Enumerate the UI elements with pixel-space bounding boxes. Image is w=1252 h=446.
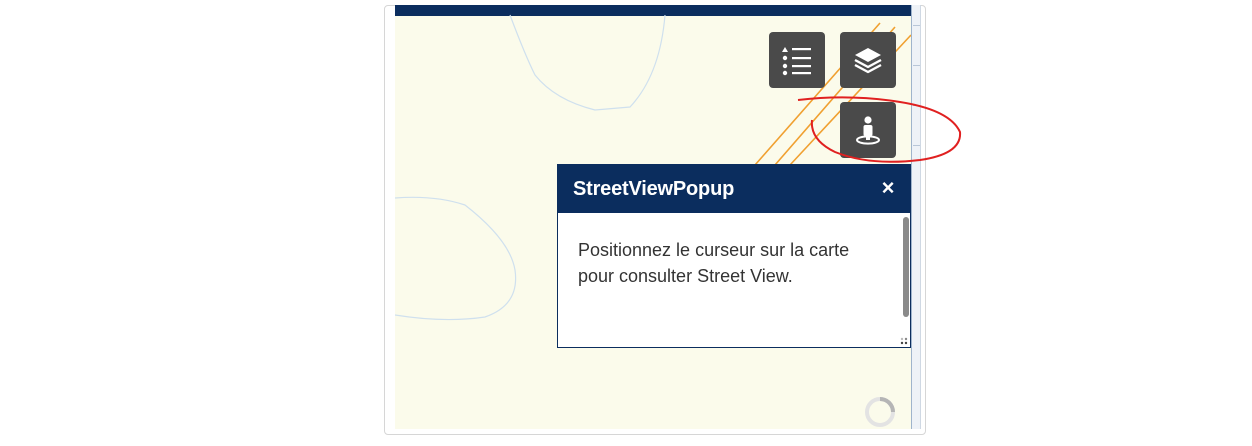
legend-list-icon (782, 47, 811, 76)
side-panel-edge[interactable] (911, 5, 921, 429)
side-tick (913, 145, 920, 146)
side-tick (913, 25, 920, 26)
legend-button[interactable] (769, 32, 825, 88)
layers-icon (854, 48, 882, 74)
popup-title: StreetViewPopup (573, 178, 735, 200)
side-tick (913, 105, 920, 106)
spinner-icon (865, 397, 895, 427)
popup-header: StreetViewPopup × (558, 165, 910, 213)
side-tick (913, 65, 920, 66)
close-icon[interactable]: × (878, 177, 898, 199)
layers-button[interactable] (840, 32, 896, 88)
resize-handle-icon[interactable] (898, 335, 908, 345)
popup-scrollbar[interactable] (903, 217, 909, 317)
street-view-pegman-icon (856, 116, 880, 145)
popup-message: Positionnez le curseur sur la carte pour… (578, 240, 850, 286)
street-view-button[interactable] (840, 102, 896, 158)
street-view-popup[interactable]: StreetViewPopup × Positionnez le curseur… (557, 164, 911, 348)
